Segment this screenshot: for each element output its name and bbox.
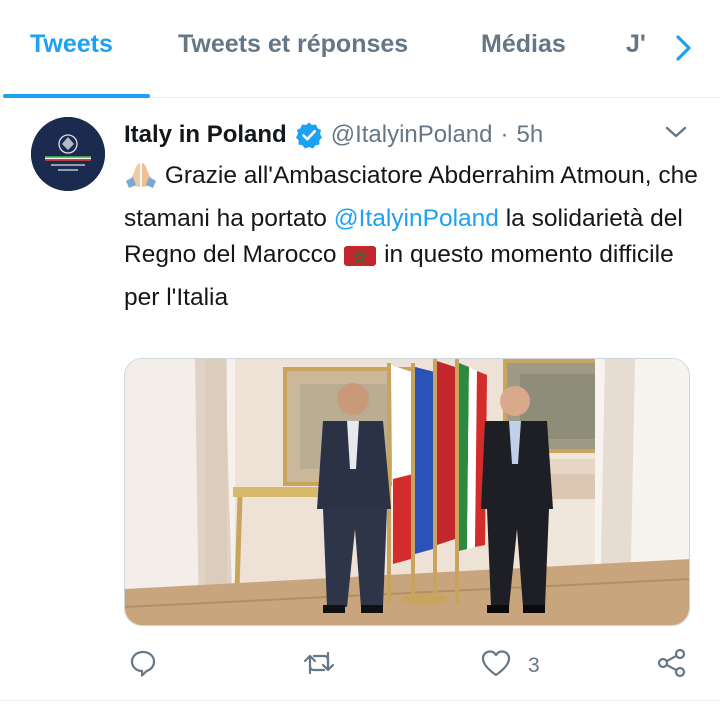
tab-likes[interactable]: J' [626,30,646,59]
verified-badge-icon [295,121,323,149]
chevron-down-icon[interactable] [662,120,690,144]
tab-media[interactable]: Médias [481,30,566,59]
tweet-text: Grazie all'Ambasciatore Abderrahim Atmou… [124,158,699,316]
author-handle[interactable]: @ItalyinPoland [331,121,493,149]
tab-tweets-and-replies[interactable]: Tweets et réponses [178,30,408,59]
chevron-right-icon[interactable] [664,30,704,66]
tweet-time[interactable]: 5h [517,121,544,149]
mention-link[interactable]: @ItalyinPoland [334,205,499,232]
heart-icon[interactable] [480,648,512,683]
separator-dot: · [500,121,509,148]
avatar[interactable] [31,117,105,191]
like-count: 3 [528,653,540,677]
tweet-photo[interactable] [124,358,690,626]
tab-tweets[interactable]: Tweets [30,30,113,59]
author-name[interactable]: Italy in Poland [124,121,287,149]
share-icon[interactable] [656,648,688,678]
retweet-icon[interactable] [302,648,336,678]
like-button[interactable]: 3 [480,648,540,683]
reply-icon[interactable] [128,648,158,678]
profile-tabs: Tweets Tweets et réponses Médias J' [0,0,720,98]
morocco-flag-emoji [343,243,377,280]
tweet-header: Italy in Poland @ItalyinPoland · 5h [124,118,543,152]
folded-hands-emoji [124,159,158,201]
tweet-actions: 3 [0,640,720,690]
active-tab-indicator [3,94,150,98]
divider [0,700,720,701]
